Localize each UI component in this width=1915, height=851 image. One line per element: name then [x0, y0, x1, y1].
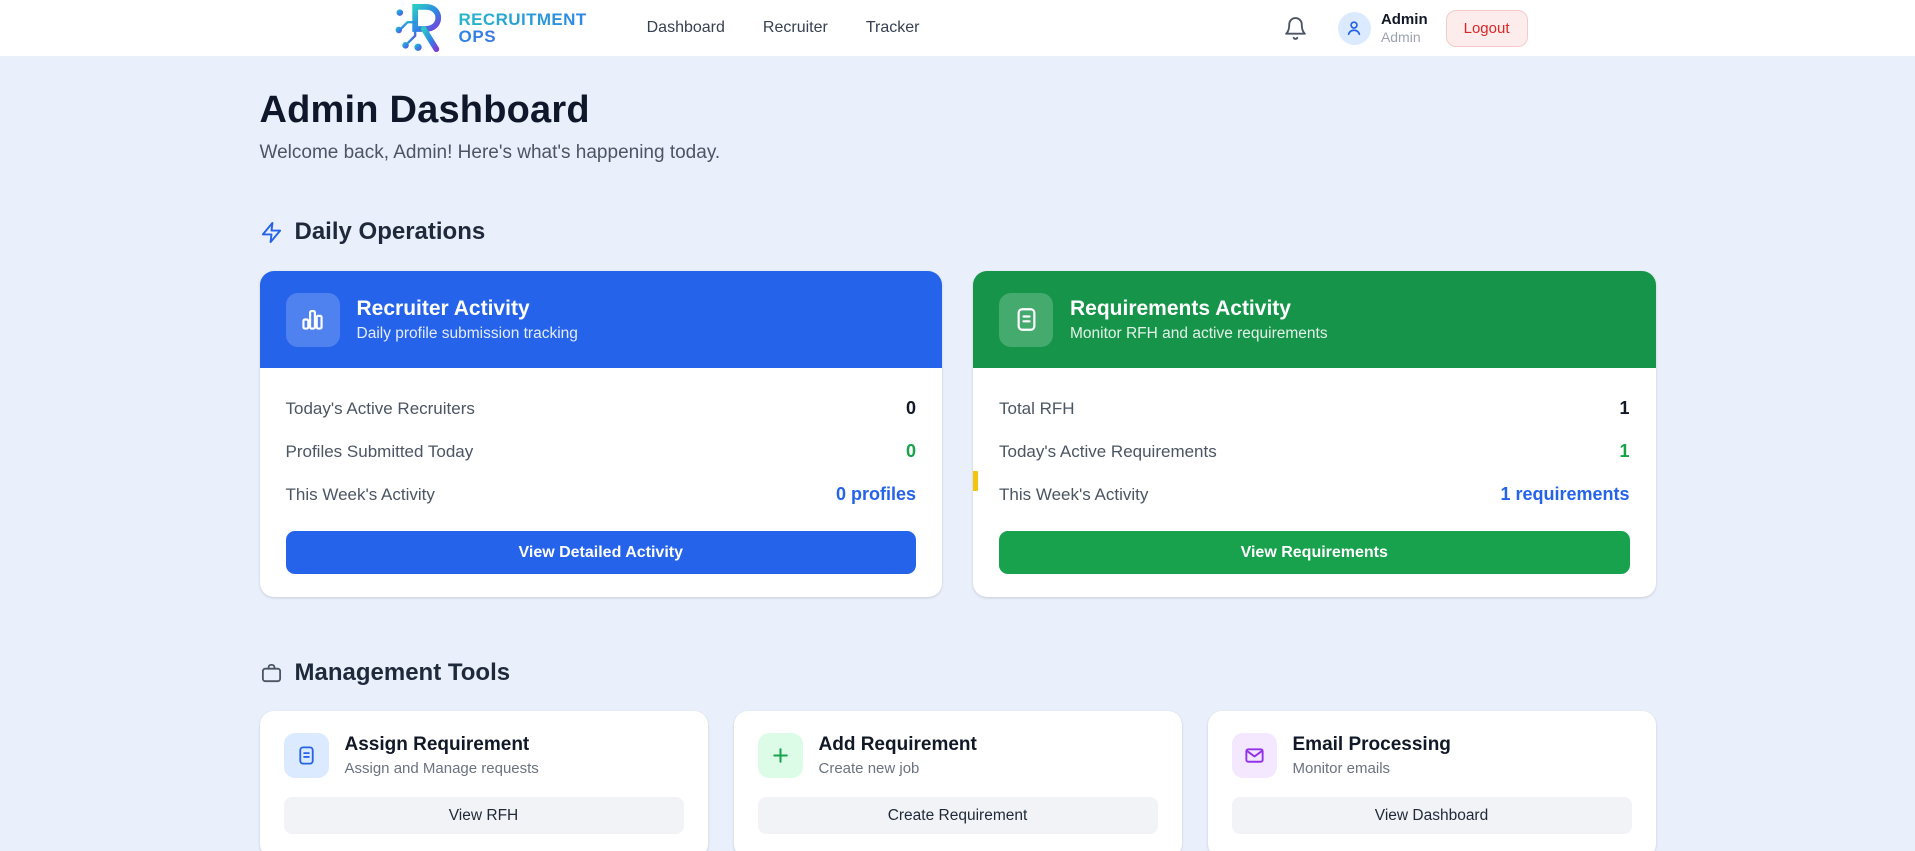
document-icon [999, 292, 1053, 347]
assign-requirement-card: Assign Requirement Assign and Manage req… [259, 711, 708, 851]
view-rfh-button[interactable]: View RFH [283, 797, 684, 834]
tool-title: Email Processing [1292, 734, 1451, 755]
recruiter-activity-card-header: Recruiter Activity Daily profile submiss… [259, 271, 942, 368]
stat-row: Today's Active Requirements 1 [999, 430, 1630, 473]
stat-row: Profiles Submitted Today 0 [286, 430, 917, 473]
top-bar: RECRUITMENT OPS Dashboard Recruiter Trac… [0, 0, 1915, 57]
section-title-daily-operations: Daily Operations [294, 218, 486, 245]
tool-title: Assign Requirement [344, 734, 530, 755]
stat-label: Profiles Submitted Today [285, 441, 474, 461]
tool-subtitle: Monitor emails [1292, 760, 1391, 777]
stat-label: Today's Active Recruiters [285, 398, 475, 418]
user-block[interactable]: Admin Admin [1337, 11, 1428, 45]
section-title-management-tools: Management Tools [294, 659, 511, 686]
avatar [1337, 11, 1371, 45]
stat-label: This Week's Activity [999, 484, 1149, 504]
requirements-activity-card: Requirements Activity Monitor RFH and ac… [973, 271, 1656, 597]
stat-row: This Week's Activity 1 requirements [999, 473, 1630, 516]
user-name: Admin [1380, 11, 1428, 29]
bar-chart-icon [285, 292, 340, 347]
main-content: Admin Dashboard Welcome back, Admin! Her… [259, 57, 1656, 851]
stat-label: Total RFH [999, 398, 1075, 418]
card-title: Requirements Activity [1070, 296, 1291, 320]
view-dashboard-button[interactable]: View Dashboard [1231, 797, 1632, 834]
plus-icon [757, 733, 803, 778]
create-requirement-button[interactable]: Create Requirement [757, 797, 1158, 834]
nav-item-tracker[interactable]: Tracker [866, 19, 920, 37]
notifications-button[interactable] [1283, 16, 1308, 41]
stat-value: 1 requirements [1500, 484, 1630, 504]
card-title: Recruiter Activity [356, 296, 530, 320]
mail-icon [1231, 733, 1277, 778]
user-role: Admin [1380, 28, 1421, 45]
document-icon [283, 733, 329, 778]
nav-item-dashboard[interactable]: Dashboard [647, 19, 725, 37]
tool-title: Add Requirement [818, 734, 977, 755]
brand-name-line1: RECRUITMENT [458, 9, 587, 29]
page-subtitle: Welcome back, Admin! Here's what's happe… [259, 142, 721, 163]
user-icon [1344, 18, 1364, 38]
page-title: Admin Dashboard [259, 89, 590, 131]
brand-name-line2: OPS [459, 28, 587, 46]
add-requirement-card: Add Requirement Create new job Create Re… [733, 711, 1182, 851]
card-subtitle: Monitor RFH and active requirements [1070, 324, 1328, 342]
requirements-activity-card-header: Requirements Activity Monitor RFH and ac… [973, 271, 1656, 368]
lightning-icon [260, 221, 283, 244]
tool-subtitle: Assign and Manage requests [344, 760, 539, 777]
card-subtitle: Daily profile submission tracking [356, 324, 578, 342]
logout-button[interactable]: Logout [1445, 9, 1528, 47]
daily-operations-section-header: Daily Operations [260, 218, 1656, 246]
stat-label: This Week's Activity [285, 484, 435, 504]
tool-subtitle: Create new job [818, 760, 920, 777]
main-nav: Dashboard Recruiter Tracker [647, 19, 920, 37]
circuit-r-logo-icon [388, 3, 450, 53]
briefcase-icon [260, 662, 283, 685]
email-processing-card: Email Processing Monitor emails View Das… [1207, 711, 1656, 851]
recruiter-activity-card: Recruiter Activity Daily profile submiss… [259, 271, 942, 597]
bell-icon [1283, 16, 1308, 41]
stat-value: 1 [1619, 398, 1630, 418]
stat-label: Today's Active Requirements [999, 441, 1217, 461]
stat-row: This Week's Activity 0 profiles [286, 473, 917, 516]
nav-item-recruiter[interactable]: Recruiter [763, 19, 828, 37]
stat-row: Today's Active Recruiters 0 [286, 387, 917, 430]
yellow-marker [973, 471, 978, 491]
app-logo[interactable]: RECRUITMENT OPS [388, 3, 587, 53]
view-detailed-activity-button[interactable]: View Detailed Activity [285, 531, 916, 574]
management-tools-section-header: Management Tools [260, 659, 1656, 687]
stat-value: 0 [905, 441, 916, 461]
stat-value: 1 [1619, 441, 1630, 461]
stat-row: Total RFH 1 [999, 387, 1630, 430]
view-requirements-button[interactable]: View Requirements [999, 531, 1630, 574]
stat-value: 0 profiles [835, 484, 916, 504]
stat-value: 0 [905, 398, 916, 418]
